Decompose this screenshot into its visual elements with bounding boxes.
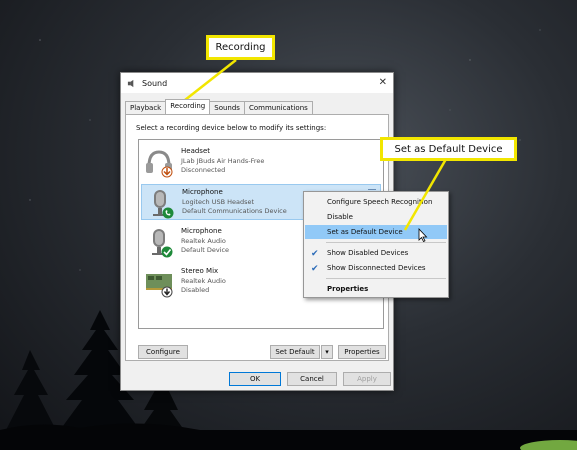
close-icon[interactable]: ✕ — [379, 77, 387, 88]
device-status: Disabled — [181, 286, 210, 294]
menu-item-show-disabled[interactable]: ✔ Show Disabled Devices — [305, 246, 447, 260]
menu-item-label: Show Disabled Devices — [327, 249, 409, 257]
menu-item-label: Properties — [327, 285, 369, 293]
device-description: Logitech USB Headset — [182, 198, 255, 206]
context-menu: Configure Speech Recognition Disable Set… — [303, 191, 449, 298]
tab-sounds[interactable]: Sounds — [209, 101, 245, 114]
menu-item-label: Set as Default Device — [327, 228, 403, 236]
menu-item-label: Show Disconnected Devices — [327, 264, 426, 272]
device-description: Realtek Audio — [181, 277, 226, 285]
list-item[interactable]: Headset JLab JBuds Air Hands-Free Discon… — [141, 144, 381, 180]
microphone-icon — [152, 229, 173, 258]
properties-button[interactable]: Properties — [338, 345, 386, 359]
tab-communications[interactable]: Communications — [243, 101, 313, 114]
ok-button[interactable]: OK — [229, 372, 281, 386]
speaker-icon — [127, 79, 134, 87]
chevron-down-icon: ▾ — [325, 348, 329, 356]
callout-set-default-device: Set as Default Device — [380, 137, 517, 161]
microphone-icon — [153, 190, 174, 219]
apply-button[interactable]: Apply — [343, 372, 391, 386]
tab-playback[interactable]: Playback — [125, 101, 167, 114]
menu-separator — [326, 242, 446, 243]
configure-button[interactable]: Configure — [138, 345, 188, 359]
menu-separator — [326, 278, 446, 279]
cancel-button[interactable]: Cancel — [287, 372, 337, 386]
set-default-dropdown-arrow[interactable]: ▾ — [321, 345, 333, 359]
device-status: Disconnected — [181, 166, 226, 174]
instruction-text: Select a recording device below to modif… — [136, 124, 327, 132]
tab-recording[interactable]: Recording — [165, 99, 211, 114]
device-status: Default Communications Device — [182, 207, 287, 215]
set-default-button[interactable]: Set Default — [270, 345, 320, 359]
tab-strip: Playback Recording Sounds Communications — [125, 99, 313, 114]
menu-item-configure-speech[interactable]: Configure Speech Recognition — [305, 195, 447, 209]
device-description: JLab JBuds Air Hands-Free — [181, 157, 265, 165]
sound-card-icon — [146, 274, 173, 298]
menu-item-disable[interactable]: Disable — [305, 210, 447, 224]
menu-item-properties[interactable]: Properties — [305, 282, 447, 296]
menu-item-show-disconnected[interactable]: ✔ Show Disconnected Devices — [305, 261, 447, 275]
checkmark-icon: ✔ — [311, 264, 319, 274]
device-name: Microphone — [181, 227, 222, 235]
device-name: Microphone — [182, 188, 223, 196]
dialog-titlebar: Sound ✕ — [121, 73, 393, 93]
mouse-cursor-icon — [418, 228, 428, 242]
dialog-title: Sound — [142, 78, 168, 88]
device-name: Headset — [181, 147, 211, 155]
device-description: Realtek Audio — [181, 237, 226, 245]
menu-item-label: Disable — [327, 213, 353, 221]
headset-icon — [146, 150, 173, 178]
menu-item-label: Configure Speech Recognition — [327, 198, 433, 206]
device-status: Default Device — [181, 246, 230, 254]
device-name: Stereo Mix — [181, 267, 219, 275]
callout-recording: Recording — [206, 35, 275, 60]
checkmark-icon: ✔ — [311, 249, 319, 259]
